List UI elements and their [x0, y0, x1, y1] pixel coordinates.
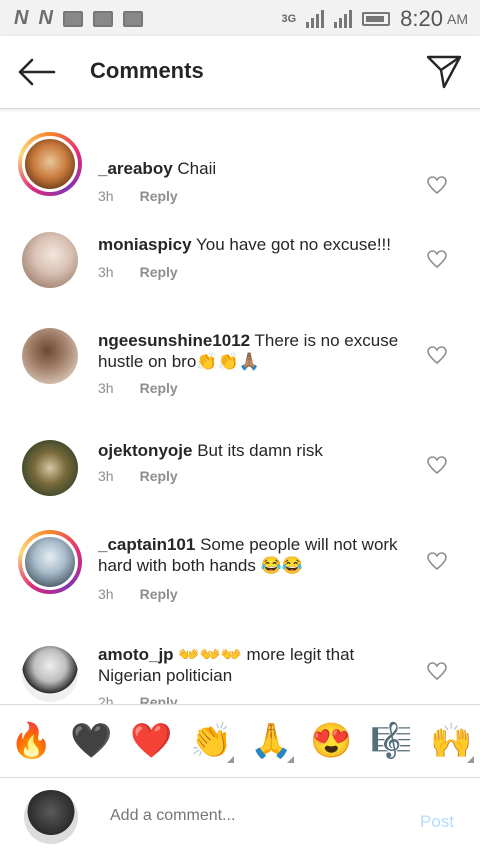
- comment-body: _areaboy Chaii: [98, 158, 418, 179]
- reply-button[interactable]: Reply: [140, 380, 178, 396]
- network-type: 3G: [281, 13, 297, 25]
- signal-icon: [306, 10, 325, 28]
- comment-time: 3h: [98, 188, 114, 204]
- musical-score-emoji[interactable]: 🎼: [370, 721, 412, 761]
- reply-button[interactable]: Reply: [140, 468, 178, 484]
- skin-tone-indicator-icon: [227, 756, 234, 763]
- battery-icon: [362, 12, 391, 26]
- comment-time: 2h: [98, 694, 114, 704]
- comment-text: You have got no excuse!!!: [195, 235, 391, 254]
- comment-time: 3h: [98, 264, 114, 280]
- reply-button[interactable]: Reply: [140, 188, 178, 204]
- signal-icon: [334, 10, 353, 28]
- comment-meta: 3h Reply: [98, 188, 178, 204]
- comment-time: 3h: [98, 468, 114, 484]
- comment-text: Chaii: [177, 159, 217, 178]
- comment-username[interactable]: amoto_jp: [98, 645, 174, 664]
- folded-hands-emoji[interactable]: 🙏: [250, 721, 294, 763]
- folded-hands-glyph: 🙏: [250, 722, 293, 760]
- clapping-hands-emoji[interactable]: 👏: [190, 721, 234, 763]
- mail-icon: [92, 10, 113, 27]
- like-heart-icon[interactable]: [427, 346, 447, 364]
- comment-body: moniaspicy You have got no excuse!!!: [98, 234, 418, 255]
- clock-ampm: AM: [447, 11, 468, 27]
- comment-body: _captain101 Some people will not work ha…: [98, 534, 418, 576]
- app-n-icon: N: [38, 7, 53, 29]
- like-heart-icon[interactable]: [427, 176, 447, 194]
- comments-list[interactable]: _areaboy Chaii 3h Reply moniaspicy You ha…: [0, 110, 480, 704]
- comment-username[interactable]: ngeesunshine1012: [98, 331, 250, 350]
- heart-eyes-emoji[interactable]: 😍: [310, 721, 352, 761]
- avatar-image: [22, 232, 78, 288]
- comment-time: 3h: [98, 586, 114, 602]
- like-heart-icon[interactable]: [427, 250, 447, 268]
- fire-emoji[interactable]: 🔥: [10, 721, 52, 761]
- avatar[interactable]: [18, 132, 82, 196]
- reply-button[interactable]: Reply: [140, 586, 178, 602]
- raising-hands-emoji[interactable]: 🙌: [430, 721, 474, 763]
- comment-meta: 2h Reply: [98, 694, 178, 704]
- image-icon: [122, 10, 143, 27]
- comment-meta: 3h Reply: [98, 264, 178, 280]
- avatar[interactable]: [18, 324, 82, 388]
- comment-text: But its damn risk: [197, 441, 323, 460]
- current-user-avatar: [24, 790, 78, 844]
- black-heart-emoji[interactable]: 🖤: [70, 721, 112, 761]
- red-heart-emoji[interactable]: ❤️: [130, 721, 172, 761]
- comment-username[interactable]: _captain101: [98, 535, 195, 554]
- page-title: Comments: [90, 58, 204, 83]
- avatar-image: [22, 646, 78, 702]
- like-heart-icon[interactable]: [427, 662, 447, 680]
- comment-input[interactable]: [108, 806, 392, 826]
- like-heart-icon[interactable]: [427, 456, 447, 474]
- notification-icons: N N: [14, 7, 143, 30]
- reply-button[interactable]: Reply: [140, 264, 178, 280]
- avatar-image: [22, 534, 78, 590]
- comment-username[interactable]: ojektonyoje: [98, 441, 192, 460]
- emoji-quick-bar: 🔥 🖤 ❤️ 👏 🙏 😍 🎼 🙌: [0, 704, 480, 778]
- comment-body: ojektonyoje But its damn risk: [98, 440, 418, 461]
- comment-body: ngeesunshine1012 There is no excuse hust…: [98, 330, 418, 372]
- reply-button[interactable]: Reply: [140, 694, 178, 704]
- avatar-image: [22, 440, 78, 496]
- comment-username[interactable]: _areaboy: [98, 159, 173, 178]
- comment-body: amoto_jp 👐👐👐 more legit that Nigerian po…: [98, 644, 418, 686]
- skin-tone-indicator-icon: [467, 756, 474, 763]
- app-n-icon: N: [14, 7, 29, 29]
- comment-meta: 3h Reply: [98, 380, 178, 396]
- comment-time: 3h: [98, 380, 114, 396]
- post-button[interactable]: Post: [420, 812, 454, 832]
- avatar-image: [22, 136, 78, 192]
- mail-icon: [62, 10, 83, 27]
- clock-time: 8:20: [400, 6, 443, 31]
- avatar-image: [22, 328, 78, 384]
- raising-hands-glyph: 🙌: [430, 722, 473, 760]
- avatar[interactable]: [18, 228, 82, 292]
- skin-tone-indicator-icon: [287, 756, 294, 763]
- avatar[interactable]: [18, 530, 82, 594]
- clapping-hands-glyph: 👏: [190, 722, 233, 760]
- like-heart-icon[interactable]: [427, 552, 447, 570]
- comment-username[interactable]: moniaspicy: [98, 235, 192, 254]
- comment-composer: Post: [0, 778, 480, 854]
- system-icons: 3G 8:20 AM: [281, 6, 468, 32]
- paper-plane-icon[interactable]: [426, 54, 462, 90]
- avatar[interactable]: [18, 436, 82, 500]
- status-bar: N N 3G 8:20 AM: [0, 0, 480, 36]
- back-arrow-icon[interactable]: [16, 56, 56, 88]
- avatar[interactable]: [18, 642, 82, 704]
- comment-meta: 3h Reply: [98, 586, 178, 602]
- comment-meta: 3h Reply: [98, 468, 178, 484]
- header-bar: Comments: [0, 36, 480, 109]
